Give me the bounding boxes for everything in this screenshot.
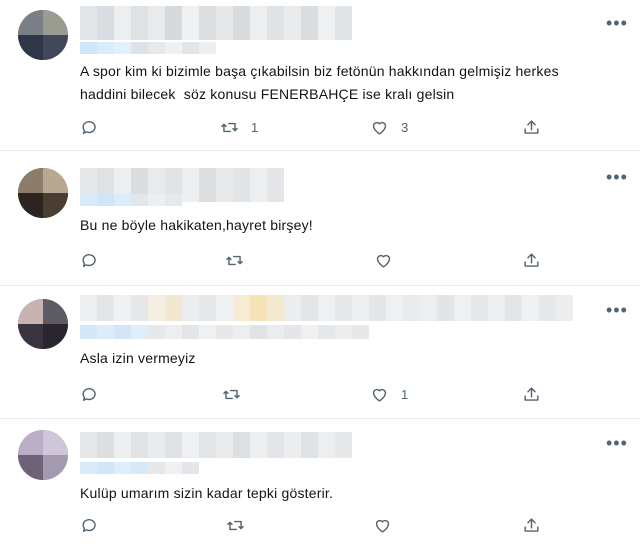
retweet-icon xyxy=(226,255,243,265)
tweet-text: Bu ne böyle hakikaten,hayret birşey! xyxy=(80,217,313,233)
reply-button[interactable] xyxy=(80,514,111,536)
reply-icon xyxy=(82,518,96,532)
reply-icon xyxy=(82,253,96,267)
avatar[interactable] xyxy=(18,299,68,349)
tweet[interactable]: ••• Kulüp umarım sizin kadar tepki göste… xyxy=(0,418,640,548)
retweet-button[interactable] xyxy=(222,383,253,405)
like-button[interactable] xyxy=(373,514,404,536)
more-options-icon[interactable]: ••• xyxy=(606,434,627,452)
tweet-actions xyxy=(80,514,550,536)
blurred-handle xyxy=(80,462,199,474)
like-count: 1 xyxy=(401,386,409,402)
blurred-reply-to xyxy=(80,325,369,339)
reply-icon xyxy=(82,387,96,401)
avatar[interactable] xyxy=(18,10,68,60)
retweet-button[interactable] xyxy=(225,249,256,271)
heart-icon xyxy=(375,519,390,533)
retweet-icon xyxy=(223,389,240,399)
tweet-actions: 1 xyxy=(80,383,550,405)
more-options-icon[interactable]: ••• xyxy=(606,301,627,319)
like-count: 3 xyxy=(401,119,409,135)
retweet-button[interactable] xyxy=(226,514,257,536)
like-button[interactable]: 3 xyxy=(370,116,408,138)
heart-icon xyxy=(372,388,387,402)
share-icon xyxy=(524,252,539,267)
blurred-username[interactable] xyxy=(80,6,352,40)
blurred-handle xyxy=(80,42,216,54)
share-button[interactable] xyxy=(522,249,541,271)
more-options-icon[interactable]: ••• xyxy=(606,168,627,186)
retweet-icon xyxy=(227,520,244,530)
more-options-icon[interactable]: ••• xyxy=(606,14,627,32)
share-button[interactable] xyxy=(522,383,541,405)
avatar[interactable] xyxy=(18,168,68,218)
retweet-icon xyxy=(221,122,238,132)
reply-button[interactable] xyxy=(80,383,111,405)
tweet-text: Kulüp umarım sizin kadar tepki gösterir. xyxy=(80,485,334,501)
avatar[interactable] xyxy=(18,430,68,480)
tweet-text: Asla izin vermeyiz xyxy=(80,350,196,366)
heart-icon xyxy=(372,121,387,135)
blurred-username[interactable] xyxy=(80,295,573,321)
reply-icon xyxy=(82,120,96,134)
share-icon xyxy=(524,119,539,134)
heart-icon xyxy=(376,254,391,268)
tweet-text: A spor kim ki bizimle başa çıkabilsin bi… xyxy=(80,63,559,102)
like-button[interactable]: 1 xyxy=(370,383,408,405)
tweet[interactable]: ••• Bu ne böyle hakikaten,hayret birşey! xyxy=(0,150,640,286)
reply-button[interactable] xyxy=(80,116,111,138)
retweet-count: 1 xyxy=(251,119,259,135)
share-button[interactable] xyxy=(522,514,541,536)
tweet[interactable]: ••• A spor kim ki bizimle başa çıkabilsi… xyxy=(0,0,640,151)
blurred-username[interactable] xyxy=(80,432,352,458)
reply-button[interactable] xyxy=(80,249,111,271)
retweet-button[interactable]: 1 xyxy=(220,116,258,138)
tweet-actions xyxy=(80,249,550,271)
share-button[interactable] xyxy=(522,116,541,138)
blurred-handle xyxy=(80,194,182,206)
tweet[interactable]: ••• Asla izin vermeyiz 1 xyxy=(0,285,640,419)
like-button[interactable] xyxy=(374,249,405,271)
share-icon xyxy=(524,386,539,401)
tweet-actions: 1 3 xyxy=(80,116,550,138)
share-icon xyxy=(524,517,539,532)
